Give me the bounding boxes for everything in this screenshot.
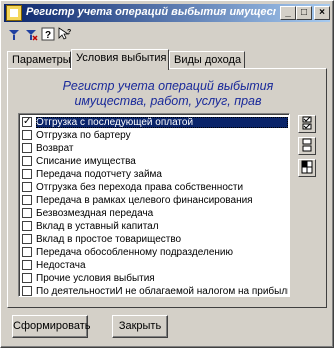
generate-report-button[interactable]: Сформировать bbox=[12, 315, 91, 338]
list-item[interactable]: Списание имущества bbox=[22, 156, 288, 167]
close-window-button[interactable]: × bbox=[314, 6, 330, 20]
toolbar: ? ? bbox=[7, 26, 327, 44]
report-window: Регистр учета операций выбытия имущества… bbox=[0, 0, 334, 348]
checkbox[interactable] bbox=[22, 143, 32, 153]
svg-text:?: ? bbox=[67, 29, 71, 36]
list-item[interactable]: Отгрузка без перехода права собственност… bbox=[22, 182, 288, 193]
list-item[interactable]: По деятельностиИ не облагаемой налогом н… bbox=[22, 286, 288, 296]
checkbox[interactable] bbox=[22, 169, 32, 179]
context-help-icon[interactable]: ? bbox=[58, 27, 72, 41]
list-item[interactable]: Отгрузка по бартеру bbox=[22, 130, 288, 141]
maximize-button[interactable]: □ bbox=[296, 6, 312, 20]
list-item[interactable]: Возврат bbox=[22, 143, 288, 154]
tab-label: Параметры bbox=[12, 54, 71, 66]
tab-income-types[interactable]: Виды дохода bbox=[169, 51, 245, 69]
tab-label: Виды дохода bbox=[174, 54, 242, 66]
minimize-button[interactable]: _ bbox=[280, 6, 296, 20]
tab-label: Условия выбытия bbox=[76, 52, 167, 64]
filter-add-icon[interactable] bbox=[7, 27, 21, 41]
list-item[interactable]: Безвозмездная передача bbox=[22, 208, 288, 219]
close-button[interactable]: Закрыть bbox=[112, 315, 168, 338]
deselect-all-button[interactable] bbox=[298, 137, 316, 155]
tab-disposal-conditions[interactable]: Условия выбытия bbox=[71, 49, 169, 70]
checkbox[interactable] bbox=[22, 116, 32, 127]
list-item[interactable]: Вклад в простое товарищество bbox=[22, 234, 288, 245]
list-item[interactable]: Передача в рамках целевого финансировани… bbox=[22, 195, 288, 206]
invert-selection-icon bbox=[301, 160, 313, 174]
checkbox[interactable] bbox=[22, 195, 32, 205]
heading-line-1: Регистр учета операций выбытия bbox=[62, 79, 274, 93]
title-bar[interactable]: Регистр учета операций выбытия имущества… bbox=[4, 4, 330, 22]
invert-selection-button[interactable] bbox=[298, 159, 316, 177]
list-item[interactable]: Вклад в уставный капитал bbox=[22, 221, 288, 232]
tab-parameters[interactable]: Параметры bbox=[7, 51, 71, 69]
checkbox[interactable] bbox=[22, 273, 32, 283]
window-title: Регистр учета операций выбытия имущества… bbox=[26, 6, 276, 18]
filter-remove-icon[interactable] bbox=[24, 27, 38, 41]
list-item[interactable]: Передача обособленному подразделению bbox=[22, 247, 288, 258]
checkbox[interactable] bbox=[22, 156, 32, 166]
checkbox[interactable] bbox=[22, 221, 32, 231]
help-icon[interactable]: ? bbox=[41, 27, 55, 41]
deselect-all-icon bbox=[302, 138, 312, 152]
checkbox[interactable] bbox=[22, 286, 32, 296]
select-all-button[interactable] bbox=[298, 115, 316, 133]
svg-text:?: ? bbox=[45, 30, 51, 41]
select-all-icon bbox=[302, 116, 312, 130]
list-item[interactable]: Недостача bbox=[22, 260, 288, 271]
checkbox[interactable] bbox=[22, 234, 32, 244]
heading-line-2: имущества, работ, услуг, прав bbox=[74, 94, 262, 108]
checkbox[interactable] bbox=[22, 182, 32, 192]
app-icon bbox=[6, 5, 22, 21]
checkbox[interactable] bbox=[22, 247, 32, 257]
panel-heading: Регистр учета операций выбытия имущества… bbox=[8, 79, 328, 109]
list-item[interactable]: Прочие условия выбытия bbox=[22, 273, 288, 284]
disposal-conditions-list[interactable]: Отгрузка с последующей оплатой Отгрузка … bbox=[18, 113, 290, 297]
tab-strip: Параметры Условия выбытия Виды дохода bbox=[7, 49, 327, 70]
list-item[interactable]: Передача подотчету займа bbox=[22, 169, 288, 180]
checkbox[interactable] bbox=[22, 130, 32, 140]
tab-panel: Регистр учета операций выбытия имущества… bbox=[7, 68, 327, 308]
checkbox[interactable] bbox=[22, 260, 32, 270]
list-item[interactable]: Отгрузка с последующей оплатой bbox=[22, 116, 288, 128]
checkbox[interactable] bbox=[22, 208, 32, 218]
